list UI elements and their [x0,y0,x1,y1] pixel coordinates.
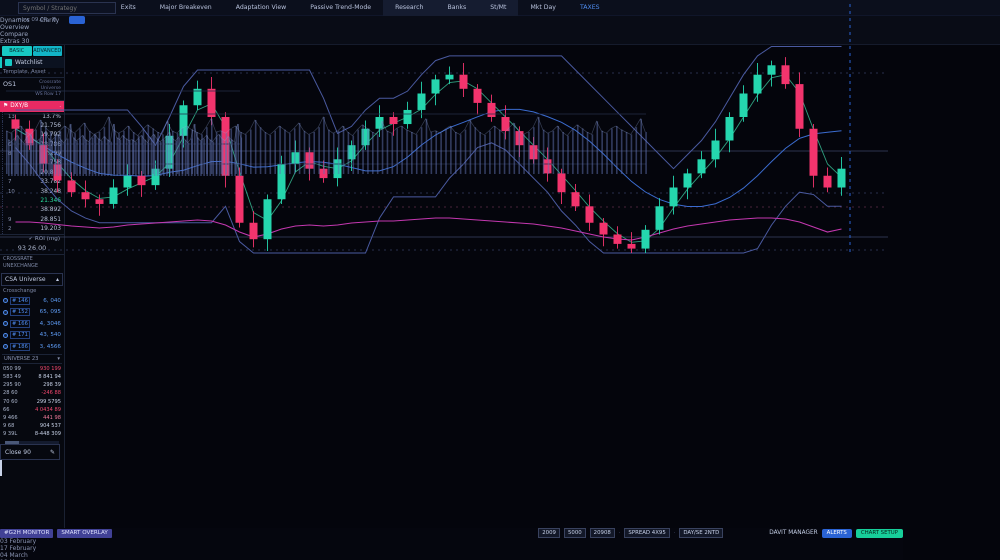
section-sublabel: Crosschange [0,287,64,295]
close-label: Close 90 [5,449,31,456]
order-rows: # 146 6, 040 # 152 65, 095 # 166 4, 3046 # 171… [0,295,64,353]
xaxis-label: 04 March [0,552,903,559]
monitor-chip[interactable]: #G2H MONITOR [0,529,53,538]
order-value: 65, 095 [40,309,61,315]
quote-table-row[interactable]: 295 90 298 39 [0,381,64,389]
order-value: 3, 4566 [40,344,61,350]
quote-col-a: 9 466 [3,415,18,421]
quote-col-b: 4 0434 89 [35,407,61,413]
quote-col-b: 930 199 [40,366,61,372]
quote-col-b: 441 98 [43,415,61,421]
quote-table-row[interactable]: 050 99 930 199 [0,365,64,373]
dot-separator: · [674,530,676,536]
chevron-up-icon: ▴ [56,276,59,283]
quote-table-row[interactable]: 9 68 904 537 [0,422,64,430]
trading-terminal: AXISOXIExitsMajor BreakevenAdaptation Vi… [0,0,1000,560]
ohlc-open-box: 2009 [538,528,560,538]
main-chart-panel: #G2H MONITOR SMART OVERLAY 2009 5000 209… [0,528,903,560]
quote-col-a: 70 60 [3,399,18,405]
chevron-down-icon: ▾ [57,356,60,362]
order-row[interactable]: # 146 6, 040 [0,295,64,307]
sidebar-scroll-nub[interactable] [0,460,2,476]
quote-table-row[interactable]: 9 39L 8-448 309 [0,430,64,438]
xaxis-label: 03 February [0,538,903,545]
quote-col-b: -246 88 [41,390,61,396]
order-dot-icon [3,333,8,338]
day-box: DAY/SE 2NTD [679,528,723,538]
order-dot-icon [3,344,8,349]
quote-col-a: 9 39L [3,431,17,437]
quote-table-row[interactable]: 28 60 -246 88 [0,389,64,397]
quote-col-a: 66 [3,407,9,413]
xaxis-label: 17 February [0,545,903,552]
ohlc-low-box: 20908 [590,528,615,538]
quote-col-a: 9 68 [3,423,14,429]
order-row[interactable]: # 171 43, 540 [0,330,64,342]
order-value: 4, 3046 [40,321,61,327]
quote-col-a: 28 60 [3,390,18,396]
section-title: CSA Universe [5,276,46,283]
quote-table-row[interactable]: 583 49 8 841 94 [0,373,64,381]
manager-label: DAVIT MANAGER [769,530,817,536]
order-row[interactable]: # 152 65, 095 [0,306,64,318]
chart-toolbar-row: #G2H MONITOR SMART OVERLAY 2009 5000 209… [0,528,903,538]
spread-box: SPREAD 4X95 [624,528,669,538]
quote-table-row[interactable]: 70 60 299 5795 [0,398,64,406]
close-position-button[interactable]: Close 90 ✎ [0,444,60,460]
order-tag: # 146 [10,297,30,305]
universe-divider: UNIVERSE 23 ▾ [2,354,62,364]
quote-col-b: 8 841 94 [38,374,61,380]
quote-col-b: 904 537 [40,423,61,429]
order-value: 6, 040 [43,298,61,304]
quote-table-row[interactable]: 66 4 0434 89 [0,406,64,414]
volume-histogram-right[interactable] [4,84,244,188]
order-dot-icon [3,321,8,326]
order-tag: # 186 [10,343,30,351]
order-tag: # 171 [10,331,30,339]
order-tag: # 152 [10,308,30,316]
quote-col-b: 8-448 309 [35,431,61,437]
quote-table: 050 99930 199583 498 841 94295 90298 392… [0,365,64,439]
divider-label: UNIVERSE 23 [4,356,38,362]
order-row[interactable]: # 186 3, 4566 [0,341,64,353]
order-tag: # 166 [10,320,30,328]
order-dot-icon [3,310,8,315]
ohlc-high-box: 5000 [564,528,586,538]
order-dot-icon [3,298,8,303]
chart-setup-button[interactable]: CHART SETUP [856,529,903,538]
quote-col-a: 295 90 [3,382,21,388]
quote-col-b: 298 39 [43,382,61,388]
order-row[interactable]: # 166 4, 3046 [0,318,64,330]
alerts-button[interactable]: ALERTS [822,529,852,538]
quote-table-row[interactable]: 9 466 441 98 [0,414,64,422]
quote-col-b: 299 5795 [37,399,61,405]
dot-separator: · [619,530,621,536]
pencil-icon: ✎ [50,449,55,456]
quote-col-a: 583 49 [3,374,21,380]
quote-col-a: 050 99 [3,366,21,372]
order-value: 43, 540 [40,332,61,338]
overlay-chip[interactable]: SMART OVERLAY [57,529,111,538]
